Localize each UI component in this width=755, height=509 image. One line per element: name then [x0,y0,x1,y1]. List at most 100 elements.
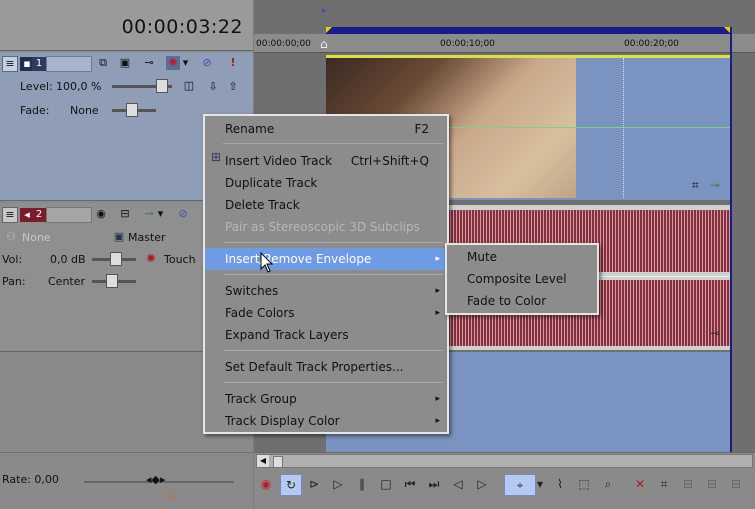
timecode-display: 00:00:03:22 [0,0,253,51]
vol-label: Vol: [2,253,23,266]
scroll-thumb[interactable] [273,456,283,468]
chevron-down-icon[interactable]: ▾ [534,474,546,494]
selection-tool-icon[interactable]: ⬚ [574,474,594,494]
vol-slider-knob[interactable] [110,252,122,266]
menu-label: Delete Track [225,198,300,212]
record-icon[interactable]: ◉ [256,474,276,494]
menu-label: Track Display Color [225,414,340,428]
input-icon: ⚇ [6,230,16,243]
track-name-field[interactable] [46,207,92,223]
edit-cursor-line [730,27,732,452]
menu-label: Mute [467,250,498,264]
next-frame-icon[interactable]: ▷ [472,474,492,494]
submenu-item-mute[interactable]: Mute [447,246,597,268]
rate-slider-knob[interactable]: ◂◆▸ [146,473,166,486]
level-label: Level: [20,80,53,93]
menu-item-duplicate-track[interactable]: Duplicate Track [205,172,447,194]
track-number: 1 [32,57,46,71]
marker-icon[interactable]: ⊟ [726,474,746,494]
level-value: 100,0 % [56,80,102,93]
menu-label: Duplicate Track [225,176,318,190]
track-fx-icon[interactable]: ⊸ [142,207,156,221]
grid-line [623,58,624,198]
chevron-down-icon[interactable]: ▾ [181,56,190,70]
make-compositing-child-icon[interactable]: ⊸ [142,56,156,70]
playhead-icon[interactable]: ⌂ [320,37,328,51]
envelope-submenu: Mute Composite Level Fade to Color [445,243,599,315]
scroll-left-icon[interactable]: ◀ [257,455,269,467]
input-value: None [22,231,51,244]
menu-item-fade-colors[interactable]: Fade Colors ▸ [205,302,447,324]
fade-slider-knob[interactable] [126,103,138,117]
output-icon: ▣ [113,230,125,243]
invert-phase-icon[interactable]: ⊟ [118,207,132,221]
arrow-up-icon[interactable]: ⇧ [226,80,240,94]
previous-frame-icon[interactable]: ◁ [448,474,468,494]
track-name-field[interactable] [46,56,92,72]
menu-item-rename[interactable]: Rename F2 [205,118,447,140]
chevron-down-icon[interactable]: ▾ [156,207,165,221]
track-collapse-icon[interactable]: ≡ [2,207,18,223]
submenu-item-composite-level[interactable]: Composite Level [447,268,597,290]
mute-icon[interactable]: ⊘ [176,207,190,221]
output-value[interactable]: Master [128,231,166,244]
compositing-mode-icon[interactable]: ▣ [118,56,132,70]
horizontal-scrollbar[interactable]: ◀ [256,454,753,468]
go-to-end-icon[interactable]: ⏭ [424,474,444,494]
record-arm-icon[interactable]: ◉ [94,207,108,221]
lock-icon[interactable]: ⊟ [702,474,722,494]
pan-value: Center [48,275,86,288]
menu-item-delete-track[interactable]: Delete Track [205,194,447,216]
play-icon[interactable]: ▷ [328,474,348,494]
play-from-start-icon[interactable]: ⊳ [304,474,324,494]
stop-icon[interactable]: □ [376,474,396,494]
track-fx-icon[interactable]: ✺ [166,56,180,70]
automation-mode[interactable]: Touch [164,253,196,266]
submenu-arrow-icon: ▸ [435,308,440,318]
level-slider-knob[interactable] [156,79,168,93]
rate-bar: Rate: 0,00 ◂◆▸ △ [0,452,253,509]
pan-slider-knob[interactable] [106,274,118,288]
rate-center-marker-icon: △ [167,487,176,500]
delete-icon[interactable]: ✕ [630,474,650,494]
menu-item-insert-remove-envelope[interactable]: Insert/Remove Envelope ▸ [205,248,447,270]
menu-label: Track Group [225,392,297,406]
go-to-start-icon[interactable]: ⏮ [400,474,420,494]
menu-item-switches[interactable]: Switches ▸ [205,280,447,302]
submenu-arrow-icon: ▸ [435,394,440,404]
track-motion-small-icon[interactable]: ◫ [182,79,196,93]
automation-gear-icon[interactable]: ✺ [144,252,158,266]
menu-item-expand-track-layers[interactable]: Expand Track Layers [205,324,447,346]
mouse-pointer-icon [260,252,274,273]
menu-item-track-display-color[interactable]: Track Display Color ▸ [205,410,447,432]
pause-icon[interactable]: ∥ [352,474,372,494]
loop-start-handle-icon[interactable] [326,27,332,33]
split-icon[interactable]: ⊟ [678,474,698,494]
menu-separator [223,143,443,144]
marker-bar-icon: ▸ [322,6,327,16]
ruler-mark: 00:00:20;00 [624,39,679,49]
loop-region-bar[interactable] [326,27,730,34]
envelope-tool-icon[interactable]: ⌇ [550,474,570,494]
menu-item-insert-video-track[interactable]: Insert Video Track Ctrl+Shift+Q [205,150,447,172]
solo-icon[interactable]: ! [226,56,240,70]
event-fx-icon[interactable]: ⊸ [710,178,720,192]
menu-item-track-group[interactable]: Track Group ▸ [205,388,447,410]
menu-label: Fade to Color [467,294,547,308]
arrow-down-icon[interactable]: ⇩ [206,80,220,94]
track-collapse-icon[interactable]: ≡ [2,56,18,72]
zoom-tool-icon[interactable]: ⌕ [598,474,618,494]
track-motion-icon[interactable]: ⧉ [96,56,110,70]
trim-icon[interactable]: ⌗ [654,474,674,494]
loop-playback-icon[interactable]: ↻ [280,474,302,496]
audio-event-fx-icon[interactable]: ⊸ [710,326,720,340]
crop-icon[interactable]: ⌗ [692,178,699,193]
menu-item-set-default-track-properties[interactable]: Set Default Track Properties... [205,356,447,378]
submenu-item-fade-to-color[interactable]: Fade to Color [447,290,597,312]
normal-edit-tool-icon[interactable]: ⌖ [504,474,536,496]
rate-label: Rate: 0,00 [2,473,59,486]
time-ruler[interactable]: 00:00:00;00 00:00:10;00 00:00:20;00 [254,34,755,53]
timecode: 00:00:03:22 [121,16,243,38]
vol-value: 0,0 dB [50,253,86,266]
mute-icon[interactable]: ⊘ [200,56,214,70]
